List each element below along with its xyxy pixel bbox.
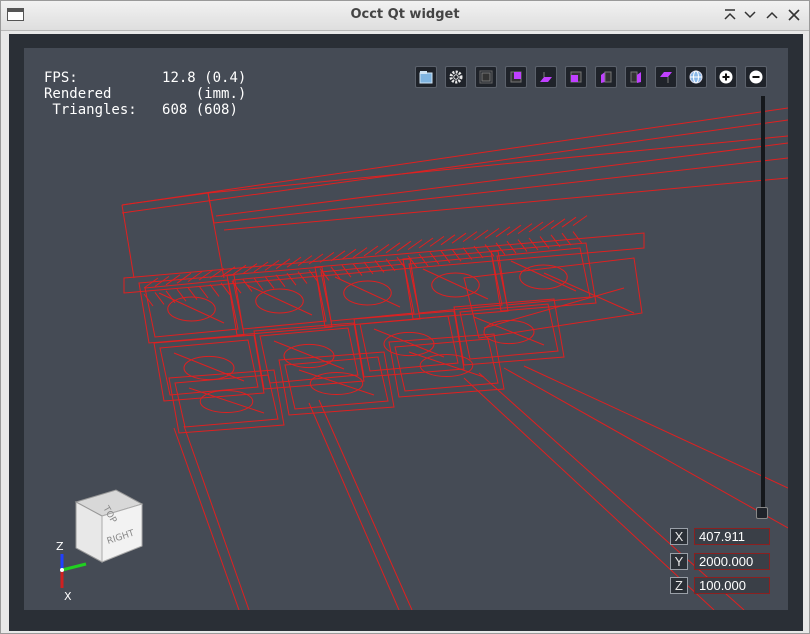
y-axis-icon [61, 562, 87, 572]
title-bar[interactable]: Occt Qt widget [1, 1, 809, 31]
view-fit-button[interactable] [475, 66, 497, 88]
coord-z-label: Z [670, 577, 688, 594]
view-bottom-button[interactable] [535, 66, 557, 88]
coord-y-field[interactable]: 2000.000 [694, 553, 770, 570]
cube-top-icon [660, 72, 672, 83]
cube-front-icon [510, 71, 522, 83]
close-icon [788, 9, 800, 21]
render-stats: FPS: 12.8 (0.4) Rendered (imm.) Triangle… [44, 70, 246, 118]
zoom-slider-track[interactable] [761, 96, 765, 512]
rendered-value: (imm.) [195, 86, 247, 102]
coord-x-label: X [670, 528, 688, 545]
view-top-button[interactable] [655, 66, 677, 88]
view-iso-button[interactable] [685, 66, 707, 88]
cube-right-icon [630, 71, 641, 83]
coord-y-label: Y [670, 553, 688, 570]
gear-icon [449, 70, 463, 84]
fps-value: 12.8 (0.4) [162, 70, 247, 86]
axis-x-label: X [64, 590, 72, 603]
view-left-button[interactable] [595, 66, 617, 88]
zoom-slider-handle[interactable] [756, 507, 768, 519]
3d-viewport[interactable]: FPS: 12.8 (0.4) Rendered (imm.) Triangle… [24, 48, 788, 610]
plus-icon [719, 70, 733, 84]
zoom-in-button[interactable] [715, 66, 737, 88]
fps-label: FPS: [44, 70, 78, 86]
view-front-button[interactable] [505, 66, 527, 88]
globe-icon [689, 70, 703, 84]
settings-button[interactable] [445, 66, 467, 88]
coord-x-field[interactable]: 407.911 [694, 528, 770, 545]
maximize-button[interactable] [763, 6, 781, 24]
cube-back-icon [570, 71, 582, 83]
cube-left-icon [601, 71, 612, 83]
keep-above-button[interactable] [721, 6, 739, 24]
view-back-button[interactable] [565, 66, 587, 88]
widget-frame: FPS: 12.8 (0.4) Rendered (imm.) Triangle… [9, 34, 803, 631]
coord-z-field[interactable]: 100.000 [694, 577, 770, 594]
triangles-value: 608 (608) [162, 102, 238, 118]
window-title: Occt Qt widget [350, 7, 460, 22]
close-button[interactable] [785, 6, 803, 24]
rendered-label: Rendered [44, 86, 112, 102]
open-file-button[interactable] [415, 66, 437, 88]
minimize-button[interactable] [741, 6, 759, 24]
app-window: Occt Qt widget FPS: 12.8 (0.4) Rendered … [0, 0, 810, 634]
minus-icon [749, 70, 763, 84]
triangles-label: Triangles: [44, 102, 137, 118]
keep-above-icon [724, 9, 736, 20]
axis-z-label: Z [56, 540, 64, 553]
cube-bottom-icon [540, 72, 552, 82]
frame-icon [479, 70, 493, 84]
chevron-down-icon [744, 11, 756, 19]
chevron-up-icon [766, 11, 778, 19]
view-right-button[interactable] [625, 66, 647, 88]
zoom-out-button[interactable] [745, 66, 767, 88]
view-cube[interactable]: TOP RIGHT Z X [50, 484, 150, 604]
file-icon [419, 71, 433, 84]
